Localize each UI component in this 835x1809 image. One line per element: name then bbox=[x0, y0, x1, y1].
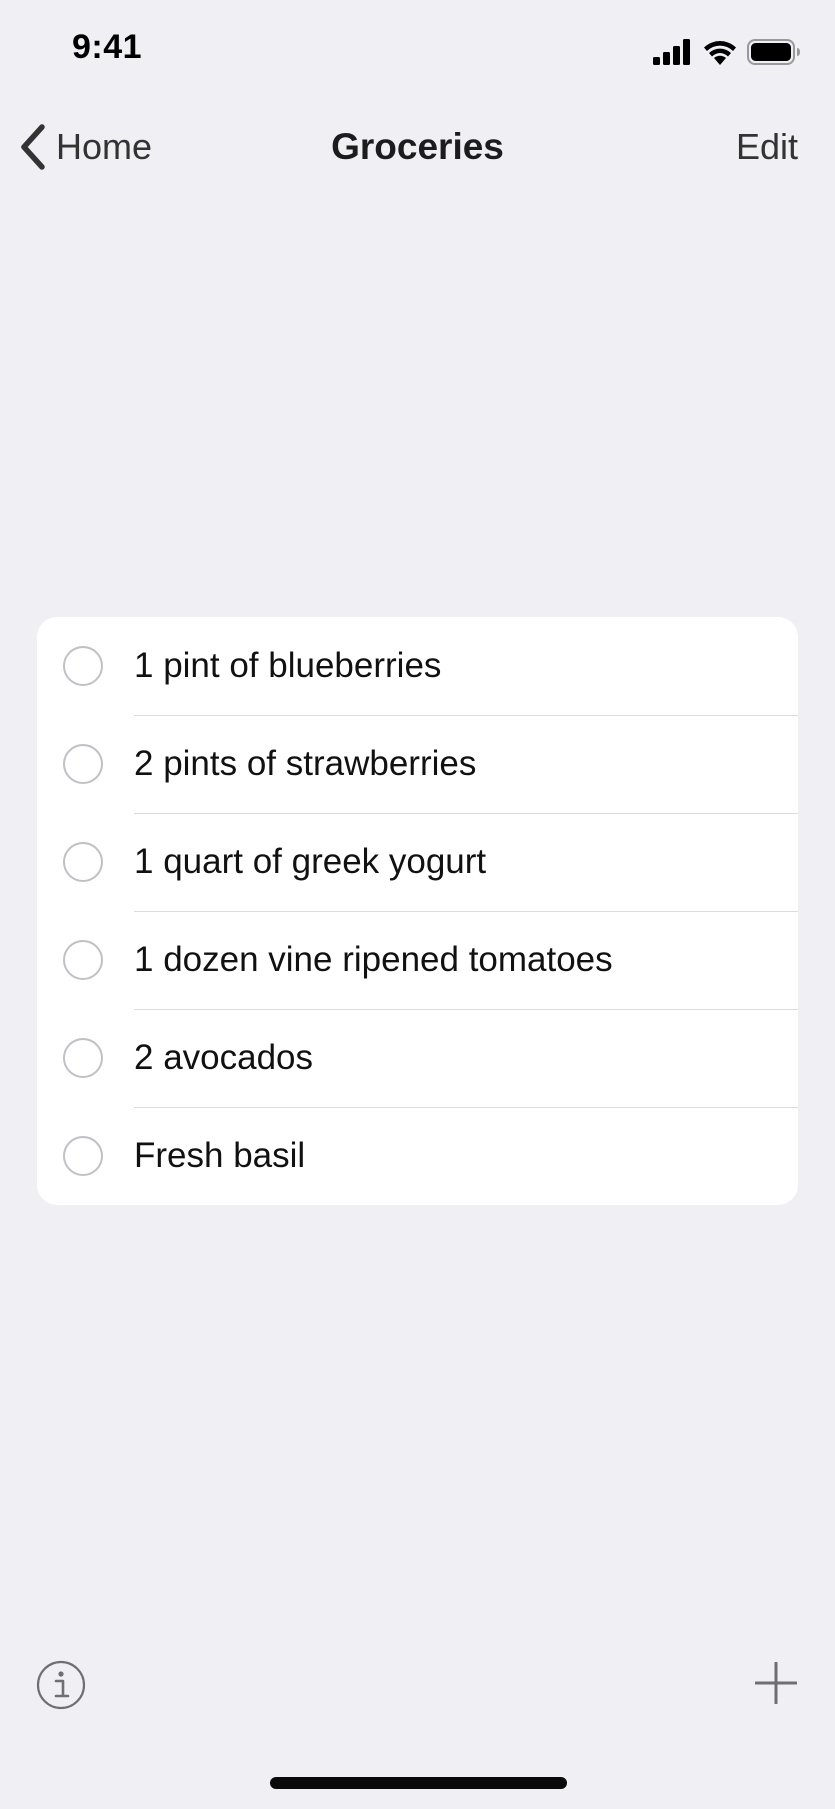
checkbox-circle-icon[interactable] bbox=[63, 940, 103, 980]
status-icons bbox=[653, 38, 801, 66]
home-indicator[interactable] bbox=[270, 1777, 567, 1789]
list-item[interactable]: Fresh basil bbox=[37, 1107, 798, 1205]
list-item[interactable]: 1 quart of greek yogurt bbox=[37, 813, 798, 911]
list-item[interactable]: 2 pints of strawberries bbox=[37, 715, 798, 813]
status-bar: 9:41 bbox=[0, 0, 835, 100]
navigation-bar: Home Groceries Edit bbox=[0, 110, 835, 184]
grocery-list: 1 pint of blueberries 2 pints of strawbe… bbox=[37, 617, 798, 1205]
battery-icon bbox=[747, 39, 800, 65]
plus-icon bbox=[754, 1661, 798, 1705]
list-item-label: 1 quart of greek yogurt bbox=[134, 842, 487, 881]
add-item-button[interactable] bbox=[754, 1661, 798, 1705]
info-button[interactable] bbox=[36, 1660, 86, 1710]
list-item-label: Fresh basil bbox=[134, 1136, 306, 1175]
checkbox-circle-icon[interactable] bbox=[63, 1136, 103, 1176]
edit-button[interactable]: Edit bbox=[736, 126, 798, 168]
list-item[interactable]: 1 pint of blueberries bbox=[37, 617, 798, 715]
list-item-label: 1 pint of blueberries bbox=[134, 646, 442, 685]
checkbox-circle-icon[interactable] bbox=[63, 842, 103, 882]
status-time: 9:41 bbox=[72, 28, 143, 66]
list-item[interactable]: 1 dozen vine ripened tomatoes bbox=[37, 911, 798, 1009]
wifi-icon bbox=[704, 41, 736, 65]
signal-bars-icon bbox=[653, 39, 690, 65]
list-item-label: 2 pints of strawberries bbox=[134, 744, 477, 783]
checkbox-circle-icon[interactable] bbox=[63, 1038, 103, 1078]
list-item-label: 2 avocados bbox=[134, 1038, 314, 1077]
page-title: Groceries bbox=[331, 126, 504, 167]
checkbox-circle-icon[interactable] bbox=[63, 744, 103, 784]
list-item[interactable]: 2 avocados bbox=[37, 1009, 798, 1107]
checkbox-circle-icon[interactable] bbox=[63, 646, 103, 686]
info-icon bbox=[36, 1660, 86, 1710]
list-item-label: 1 dozen vine ripened tomatoes bbox=[134, 940, 613, 979]
